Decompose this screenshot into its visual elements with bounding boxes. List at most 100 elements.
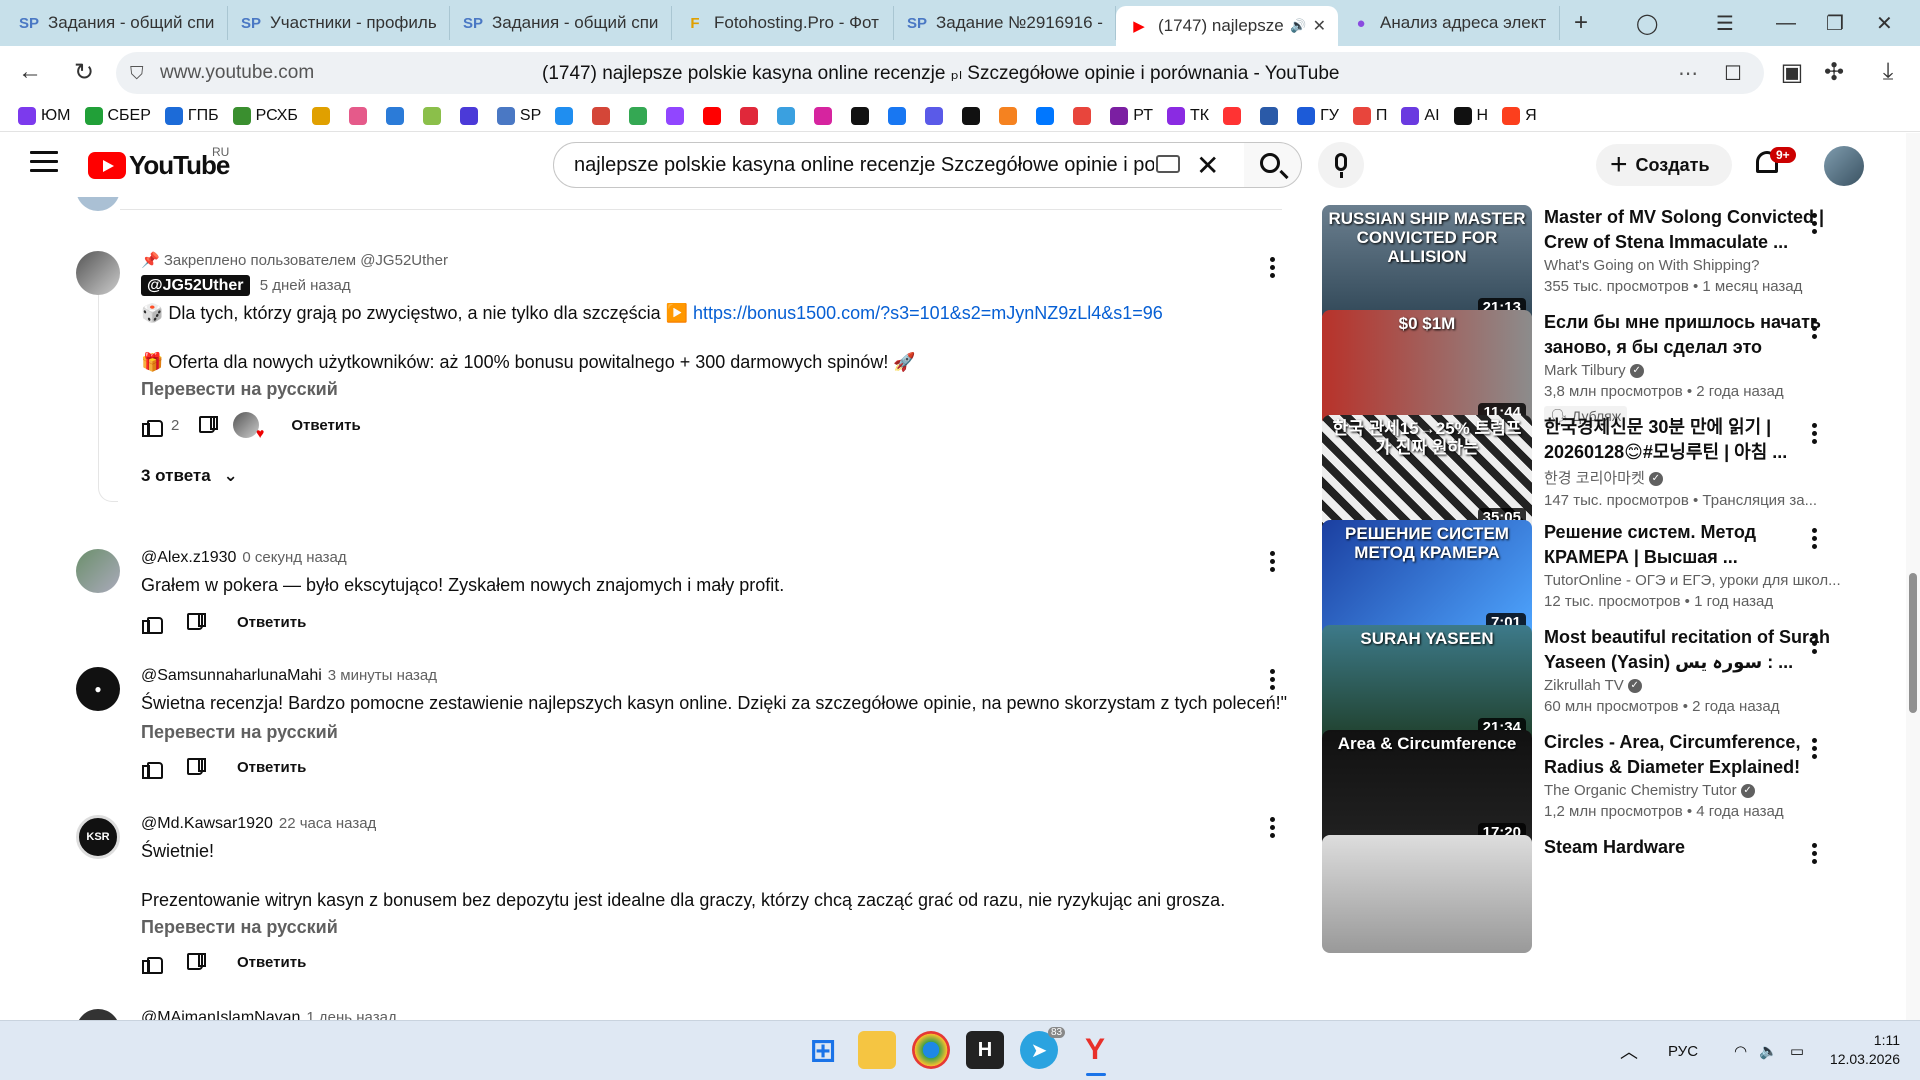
close-window-icon[interactable]: ✕ — [1876, 0, 1893, 46]
bookmark-item[interactable] — [592, 106, 615, 125]
bookmark-item[interactable] — [629, 106, 652, 125]
recommended-video[interactable]: Area & Circumference 17:20 Circles - Are… — [1322, 730, 1902, 850]
reply-button[interactable]: Ответить — [237, 614, 306, 631]
comment-time[interactable]: 5 дней назад — [260, 277, 351, 294]
channel-name[interactable]: The Organic Chemistry Tutor ✓ — [1544, 782, 1844, 799]
avatar[interactable] — [76, 251, 120, 295]
recommended-video[interactable]: 한국 관세15→25% 트럼프가 진짜 원하는 35:05 한국경제신문 30분… — [1322, 415, 1902, 535]
browser-icon[interactable] — [912, 1031, 950, 1069]
browser-tab[interactable]: F Fotohosting.Pro - Фот — [672, 6, 894, 40]
recommended-video[interactable]: SURAH YASEEN 21:34 Most beautiful recita… — [1322, 625, 1902, 745]
video-menu-icon[interactable] — [1812, 423, 1818, 447]
video-menu-icon[interactable] — [1812, 738, 1818, 762]
browser-tab[interactable]: ● Анализ адреса элект — [1338, 6, 1560, 40]
comment-time[interactable]: 1 день назад — [306, 1009, 396, 1020]
avatar[interactable] — [76, 549, 120, 593]
video-thumbnail[interactable]: RUSSIAN SHIP MASTER CONVICTED FOR ALLISI… — [1322, 205, 1532, 323]
channel-name[interactable]: TutorOnline - ОГЭ и ЕГЭ, уроки для школ.… — [1544, 572, 1844, 589]
volume-icon[interactable]: 🔈 — [1759, 1042, 1778, 1060]
keyboard-icon[interactable] — [1156, 155, 1180, 173]
video-menu-icon[interactable] — [1812, 318, 1818, 342]
dislike-icon[interactable] — [183, 757, 206, 777]
image-tool-icon[interactable]: ▣ — [1774, 54, 1810, 90]
minimize-icon[interactable]: — — [1776, 0, 1796, 46]
url-field[interactable]: ⛉ www.youtube.com (1747) najlepsze polsk… — [116, 52, 1764, 94]
bookmark-item[interactable] — [666, 106, 689, 125]
reply-button[interactable]: Ответить — [291, 417, 360, 434]
recommended-video[interactable]: РЕШЕНИЕ СИСТЕМ МЕТОД КРАМЕРА 7:01 Решени… — [1322, 520, 1902, 640]
translate-link[interactable]: Перевести на русский — [141, 379, 1271, 400]
comment-menu-icon[interactable] — [1270, 669, 1276, 693]
h-app-icon[interactable]: H — [966, 1031, 1004, 1069]
voice-search-button[interactable] — [1318, 142, 1364, 188]
video-thumbnail[interactable]: РЕШЕНИЕ СИСТЕМ МЕТОД КРАМЕРА 7:01 — [1322, 520, 1532, 638]
bookmark-item[interactable] — [814, 106, 837, 125]
avatar[interactable] — [76, 197, 120, 211]
profile-icon[interactable]: ◯ — [1636, 0, 1658, 46]
channel-name[interactable]: Zikrullah TV ✓ — [1544, 677, 1844, 694]
bookmark-icon[interactable]: ☐ — [1724, 61, 1742, 86]
bookmark-item[interactable]: ТК — [1166, 106, 1209, 125]
bookmark-item[interactable]: AI — [1401, 106, 1440, 125]
browser-tab[interactable]: SP Задания - общий спис — [450, 6, 672, 40]
bookmark-item[interactable] — [962, 106, 985, 125]
browser-menu-icon[interactable]: ☰ — [1716, 0, 1734, 46]
input-language[interactable]: РУС — [1668, 1043, 1698, 1060]
bookmark-item[interactable] — [1260, 106, 1283, 125]
comment-menu-icon[interactable] — [1270, 817, 1276, 841]
recommended-video[interactable]: RUSSIAN SHIP MASTER CONVICTED FOR ALLISI… — [1322, 205, 1902, 325]
comment-time[interactable]: 22 часа назад — [279, 815, 376, 832]
dislike-icon[interactable] — [183, 612, 206, 632]
comment-author[interactable]: @MAimanIslamNavan — [141, 1009, 300, 1020]
extensions-icon[interactable]: ✣ — [1816, 54, 1852, 90]
channel-name[interactable]: Mark Tilbury ✓ — [1544, 362, 1844, 379]
comment-link[interactable]: https://bonus1500.com/?s3=101&s2=mJynNZ9… — [693, 303, 1163, 323]
battery-icon[interactable]: ▭ — [1790, 1042, 1804, 1060]
video-title[interactable]: Most beautiful recitation of Surah Yasee… — [1544, 625, 1844, 675]
comment-author[interactable]: @Alex.z1930 — [141, 549, 236, 566]
bookmark-item[interactable] — [1223, 106, 1246, 125]
video-menu-icon[interactable] — [1812, 213, 1818, 237]
bookmark-item[interactable] — [555, 106, 578, 125]
translate-link[interactable]: Перевести на русский — [141, 722, 1271, 743]
close-tab-icon[interactable]: ✕ — [1313, 16, 1326, 36]
video-title[interactable]: Если бы мне пришлось начать заново, я бы… — [1544, 310, 1844, 360]
video-menu-icon[interactable] — [1812, 528, 1818, 552]
video-title[interactable]: Master of MV Solong Convicted | Crew of … — [1544, 205, 1844, 255]
avatar[interactable] — [76, 1009, 120, 1020]
bookmark-item[interactable]: РТ — [1110, 106, 1153, 125]
video-title[interactable]: Решение систем. Метод КРАМЕРА | Высшая .… — [1544, 520, 1844, 570]
replies-toggle[interactable]: 3 ответа ⌄ — [141, 466, 1271, 486]
bookmark-item[interactable] — [1073, 106, 1096, 125]
bookmark-item[interactable] — [348, 106, 372, 125]
hamburger-menu-icon[interactable] — [30, 151, 58, 175]
channel-name[interactable]: 한경 코리아마켓 ✓ — [1544, 467, 1844, 488]
video-title[interactable]: 한국경제신문 30분 만에 읽기 | 20260128😊#모닝루틴 | 아침 .… — [1544, 415, 1844, 465]
like-icon[interactable] — [141, 415, 163, 437]
bookmark-item[interactable]: ЮМ — [18, 106, 71, 125]
bookmark-item[interactable] — [1036, 106, 1059, 125]
bookmark-item[interactable]: ГУ — [1297, 106, 1339, 125]
channel-name[interactable]: What's Going on With Shipping? — [1544, 257, 1844, 274]
reply-button[interactable]: Ответить — [237, 954, 306, 971]
bookmark-item[interactable] — [385, 106, 409, 125]
audio-playing-icon[interactable]: 🔊 — [1290, 18, 1306, 34]
comment-author[interactable]: @Md.Kawsar1920 — [141, 815, 273, 832]
bookmark-item[interactable] — [422, 106, 446, 125]
video-thumbnail[interactable]: 한국 관세15→25% 트럼프가 진짜 원하는 35:05 — [1322, 415, 1532, 533]
comment-menu-icon[interactable] — [1270, 551, 1276, 575]
back-icon[interactable]: ← — [12, 54, 48, 90]
recommended-video[interactable]: $0 $1M 11:44 Если бы мне пришлось начать… — [1322, 310, 1902, 430]
video-menu-icon[interactable] — [1812, 843, 1818, 867]
search-button[interactable] — [1244, 142, 1302, 188]
create-button[interactable]: + Создать — [1596, 144, 1732, 186]
like-icon[interactable] — [141, 757, 163, 779]
bookmark-item[interactable] — [311, 106, 335, 125]
bookmark-item[interactable] — [999, 106, 1022, 125]
restore-icon[interactable]: ❐ — [1826, 0, 1844, 46]
comment-time[interactable]: 3 минуты назад — [328, 667, 437, 684]
browser-tab[interactable]: SP Задания - общий спис — [6, 6, 228, 40]
avatar[interactable]: ● — [76, 667, 120, 711]
file-explorer-icon[interactable] — [858, 1031, 896, 1069]
browser-tab[interactable]: SP Задание №2916916 - — [894, 6, 1116, 40]
